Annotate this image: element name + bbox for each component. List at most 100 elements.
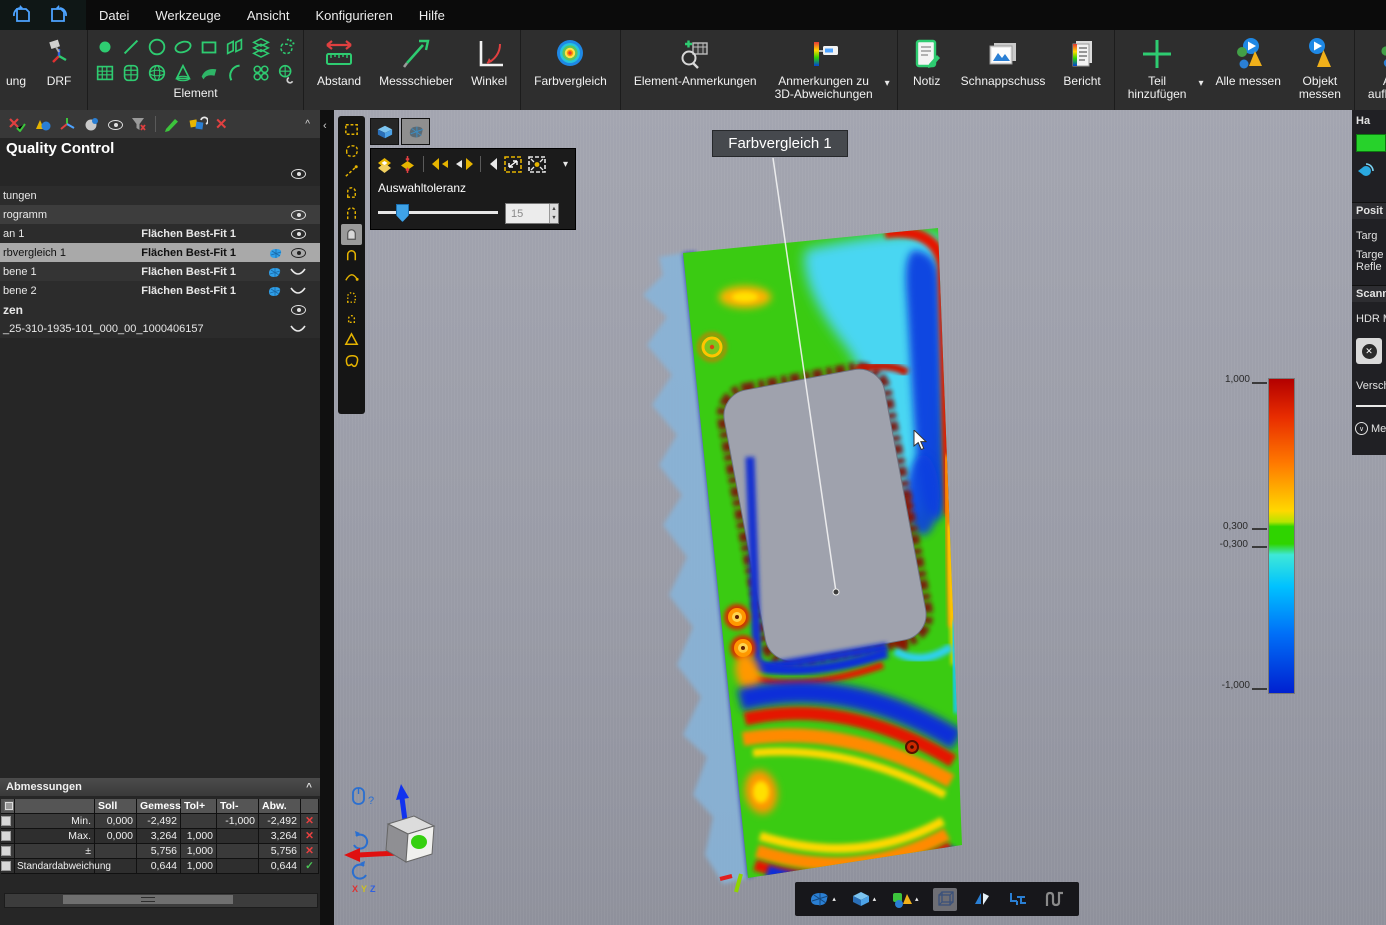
reload-page-icon[interactable] bbox=[10, 4, 35, 26]
schnappschuss-button[interactable]: Schnappschuss bbox=[952, 32, 1055, 108]
mouse-help-icon[interactable]: ? bbox=[353, 788, 374, 807]
tab-3d-scene[interactable] bbox=[370, 118, 399, 145]
shutter-stop-button[interactable]: ✕ bbox=[1356, 338, 1382, 364]
dimension-row-plusminus[interactable]: ± 5,756 1,000 5,756 ✕ bbox=[1, 844, 319, 859]
element-circle-icon[interactable] bbox=[144, 34, 169, 59]
menu-datei[interactable]: Datei bbox=[99, 8, 129, 23]
dimension-row-stddev[interactable]: Standardabweichung 0,644 1,000 0,644 ✓ bbox=[1, 859, 319, 874]
anmerkungen-3d-button[interactable]: Anmerkungen zu3D-Abweichungen bbox=[766, 32, 882, 108]
teil-dropdown[interactable]: ▾ bbox=[1198, 78, 1203, 89]
select-arch3-icon[interactable] bbox=[341, 245, 362, 266]
alle-messen-button[interactable]: Alle messen bbox=[1207, 32, 1290, 108]
tree-item-farbvergleich1-selected[interactable]: rbvergleich 1 Flächen Best-Fit 1 bbox=[0, 243, 320, 262]
mesh-display-button[interactable]: ▴ bbox=[808, 890, 836, 908]
rotate-cw-icon[interactable] bbox=[354, 831, 367, 849]
visibility-eye-icon[interactable] bbox=[291, 248, 306, 258]
edit-pencil-icon[interactable] bbox=[163, 116, 181, 132]
tree-item-program[interactable]: rogramm bbox=[0, 205, 320, 224]
element-cone-icon[interactable] bbox=[170, 60, 195, 85]
select-curve-icon[interactable] bbox=[341, 266, 362, 287]
shutter-slider[interactable] bbox=[1356, 405, 1386, 407]
display-objects-button[interactable]: ▴ bbox=[891, 890, 919, 909]
row-checkbox[interactable] bbox=[1, 861, 11, 871]
tree-item-alignments[interactable]: tungen bbox=[0, 186, 320, 205]
delete-icon[interactable]: ✕ bbox=[215, 117, 228, 132]
element-circle-pattern-icon[interactable] bbox=[248, 60, 273, 85]
notiz-button[interactable]: Notiz bbox=[902, 32, 952, 108]
hdr-mode-label[interactable]: HDR M bbox=[1356, 313, 1386, 325]
tree-item-scan1[interactable]: an 1 Flächen Best-Fit 1 bbox=[0, 224, 320, 243]
tolerance-slider[interactable] bbox=[378, 211, 498, 214]
expand-selection-icon[interactable] bbox=[503, 155, 523, 174]
tab-mesh-selection[interactable] bbox=[401, 118, 430, 145]
collapse-tree-toolbar-icon[interactable]: ^ bbox=[305, 119, 310, 130]
select-line-icon[interactable] bbox=[341, 161, 362, 182]
element-ellipse-icon[interactable] bbox=[170, 34, 195, 59]
select-triangle-icon[interactable] bbox=[341, 329, 362, 350]
tree-item-cad-reference[interactable]: _25-310-1935-101_000_00_1000406157 bbox=[0, 319, 320, 338]
element-plane-pair-icon[interactable] bbox=[222, 34, 247, 59]
dimension-row-max[interactable]: Max. 0,000 3,264 1,000 3,264 ✕ bbox=[1, 829, 319, 844]
position-section-header[interactable]: Posit bbox=[1352, 202, 1386, 219]
row-checkbox[interactable] bbox=[1, 846, 11, 856]
select-freeform-icon[interactable] bbox=[341, 140, 362, 161]
alle-aufheben-button[interactable]: Alleaufheben bbox=[1359, 32, 1386, 108]
mirror-plane-button[interactable] bbox=[972, 890, 992, 908]
shading-mode-button[interactable]: ▴ bbox=[851, 890, 877, 908]
exclude-check-icon[interactable] bbox=[8, 116, 26, 132]
prev-selection-icon[interactable] bbox=[430, 156, 450, 172]
scanner-sync-icon[interactable] bbox=[1356, 162, 1376, 180]
filter-icon[interactable] bbox=[130, 116, 148, 132]
abstand-button[interactable]: Abstand bbox=[308, 32, 370, 108]
tree-root-row[interactable] bbox=[0, 164, 320, 183]
layer-diamond-icon[interactable] bbox=[375, 155, 394, 174]
tolerance-input[interactable] bbox=[506, 204, 549, 223]
shrink-selection-icon[interactable] bbox=[527, 155, 547, 174]
shapes-filter-icon[interactable] bbox=[33, 116, 51, 132]
curve-icon[interactable] bbox=[290, 324, 306, 334]
objekt-messen-button[interactable]: Objektmessen bbox=[1290, 32, 1350, 108]
select-small-arch-icon[interactable] bbox=[341, 308, 362, 329]
row-checkbox[interactable] bbox=[1, 831, 11, 841]
tolerance-spinner[interactable]: ▲▼ bbox=[549, 204, 558, 223]
element-padded-grid-icon[interactable] bbox=[118, 60, 143, 85]
element-arc-icon[interactable] bbox=[222, 60, 247, 85]
deviation-colorbar[interactable] bbox=[1268, 378, 1295, 694]
menu-konfigurieren[interactable]: Konfigurieren bbox=[316, 8, 393, 23]
collapse-panel-icon[interactable]: ‹ bbox=[323, 120, 327, 132]
drf-button[interactable]: DRF bbox=[35, 32, 83, 108]
curve-icon[interactable] bbox=[290, 267, 306, 277]
element-anmerkungen-button[interactable]: Element-Anmerkungen bbox=[625, 32, 766, 108]
probe-tool-icon[interactable] bbox=[83, 116, 101, 132]
tree-item-references[interactable]: zen bbox=[0, 300, 320, 319]
curvature-plot-button[interactable] bbox=[1044, 890, 1066, 908]
element-point-icon[interactable] bbox=[92, 34, 117, 59]
menu-werkzeuge[interactable]: Werkzeuge bbox=[155, 8, 221, 23]
visibility-eye-icon[interactable] bbox=[291, 229, 306, 239]
element-feature-link-icon[interactable] bbox=[274, 60, 299, 85]
menu-ansicht[interactable]: Ansicht bbox=[247, 8, 290, 23]
alignment-button[interactable]: ung bbox=[4, 32, 35, 108]
axis-triad-icon[interactable] bbox=[58, 116, 76, 132]
select-dotted-arch-icon[interactable] bbox=[341, 287, 362, 308]
scan-section-header[interactable]: Scann bbox=[1352, 285, 1386, 302]
rotate-ccw-icon[interactable] bbox=[353, 861, 366, 879]
status-green-indicator[interactable] bbox=[1356, 134, 1386, 152]
element-surface-patch-icon[interactable] bbox=[196, 60, 221, 85]
targets-label[interactable]: Targ bbox=[1356, 230, 1377, 242]
compress-diamond-icon[interactable] bbox=[398, 155, 417, 174]
panel-divider[interactable]: ‹ bbox=[320, 110, 334, 925]
dimensions-hscrollbar[interactable] bbox=[4, 893, 318, 908]
select-arch2-icon[interactable] bbox=[341, 203, 362, 224]
tree-item-ebene1[interactable]: bene 1 Flächen Best-Fit 1 bbox=[0, 262, 320, 281]
anmerkungen-3d-dropdown[interactable]: ▾ bbox=[885, 78, 890, 89]
section-tool-button[interactable] bbox=[1007, 890, 1029, 908]
winkel-button[interactable]: Winkel bbox=[462, 32, 516, 108]
teil-hinzufuegen-button[interactable]: Teilhinzufügen bbox=[1119, 32, 1196, 108]
slider-handle[interactable] bbox=[396, 204, 409, 222]
dimension-row-min[interactable]: Min. 0,000 -2,492 -1,000 -2,492 ✕ bbox=[1, 814, 319, 829]
select-blob-icon[interactable] bbox=[341, 350, 362, 371]
element-sphere-icon[interactable] bbox=[144, 60, 169, 85]
select-arch-active-icon[interactable] bbox=[341, 224, 362, 245]
messschieber-button[interactable]: Messschieber bbox=[370, 32, 462, 108]
